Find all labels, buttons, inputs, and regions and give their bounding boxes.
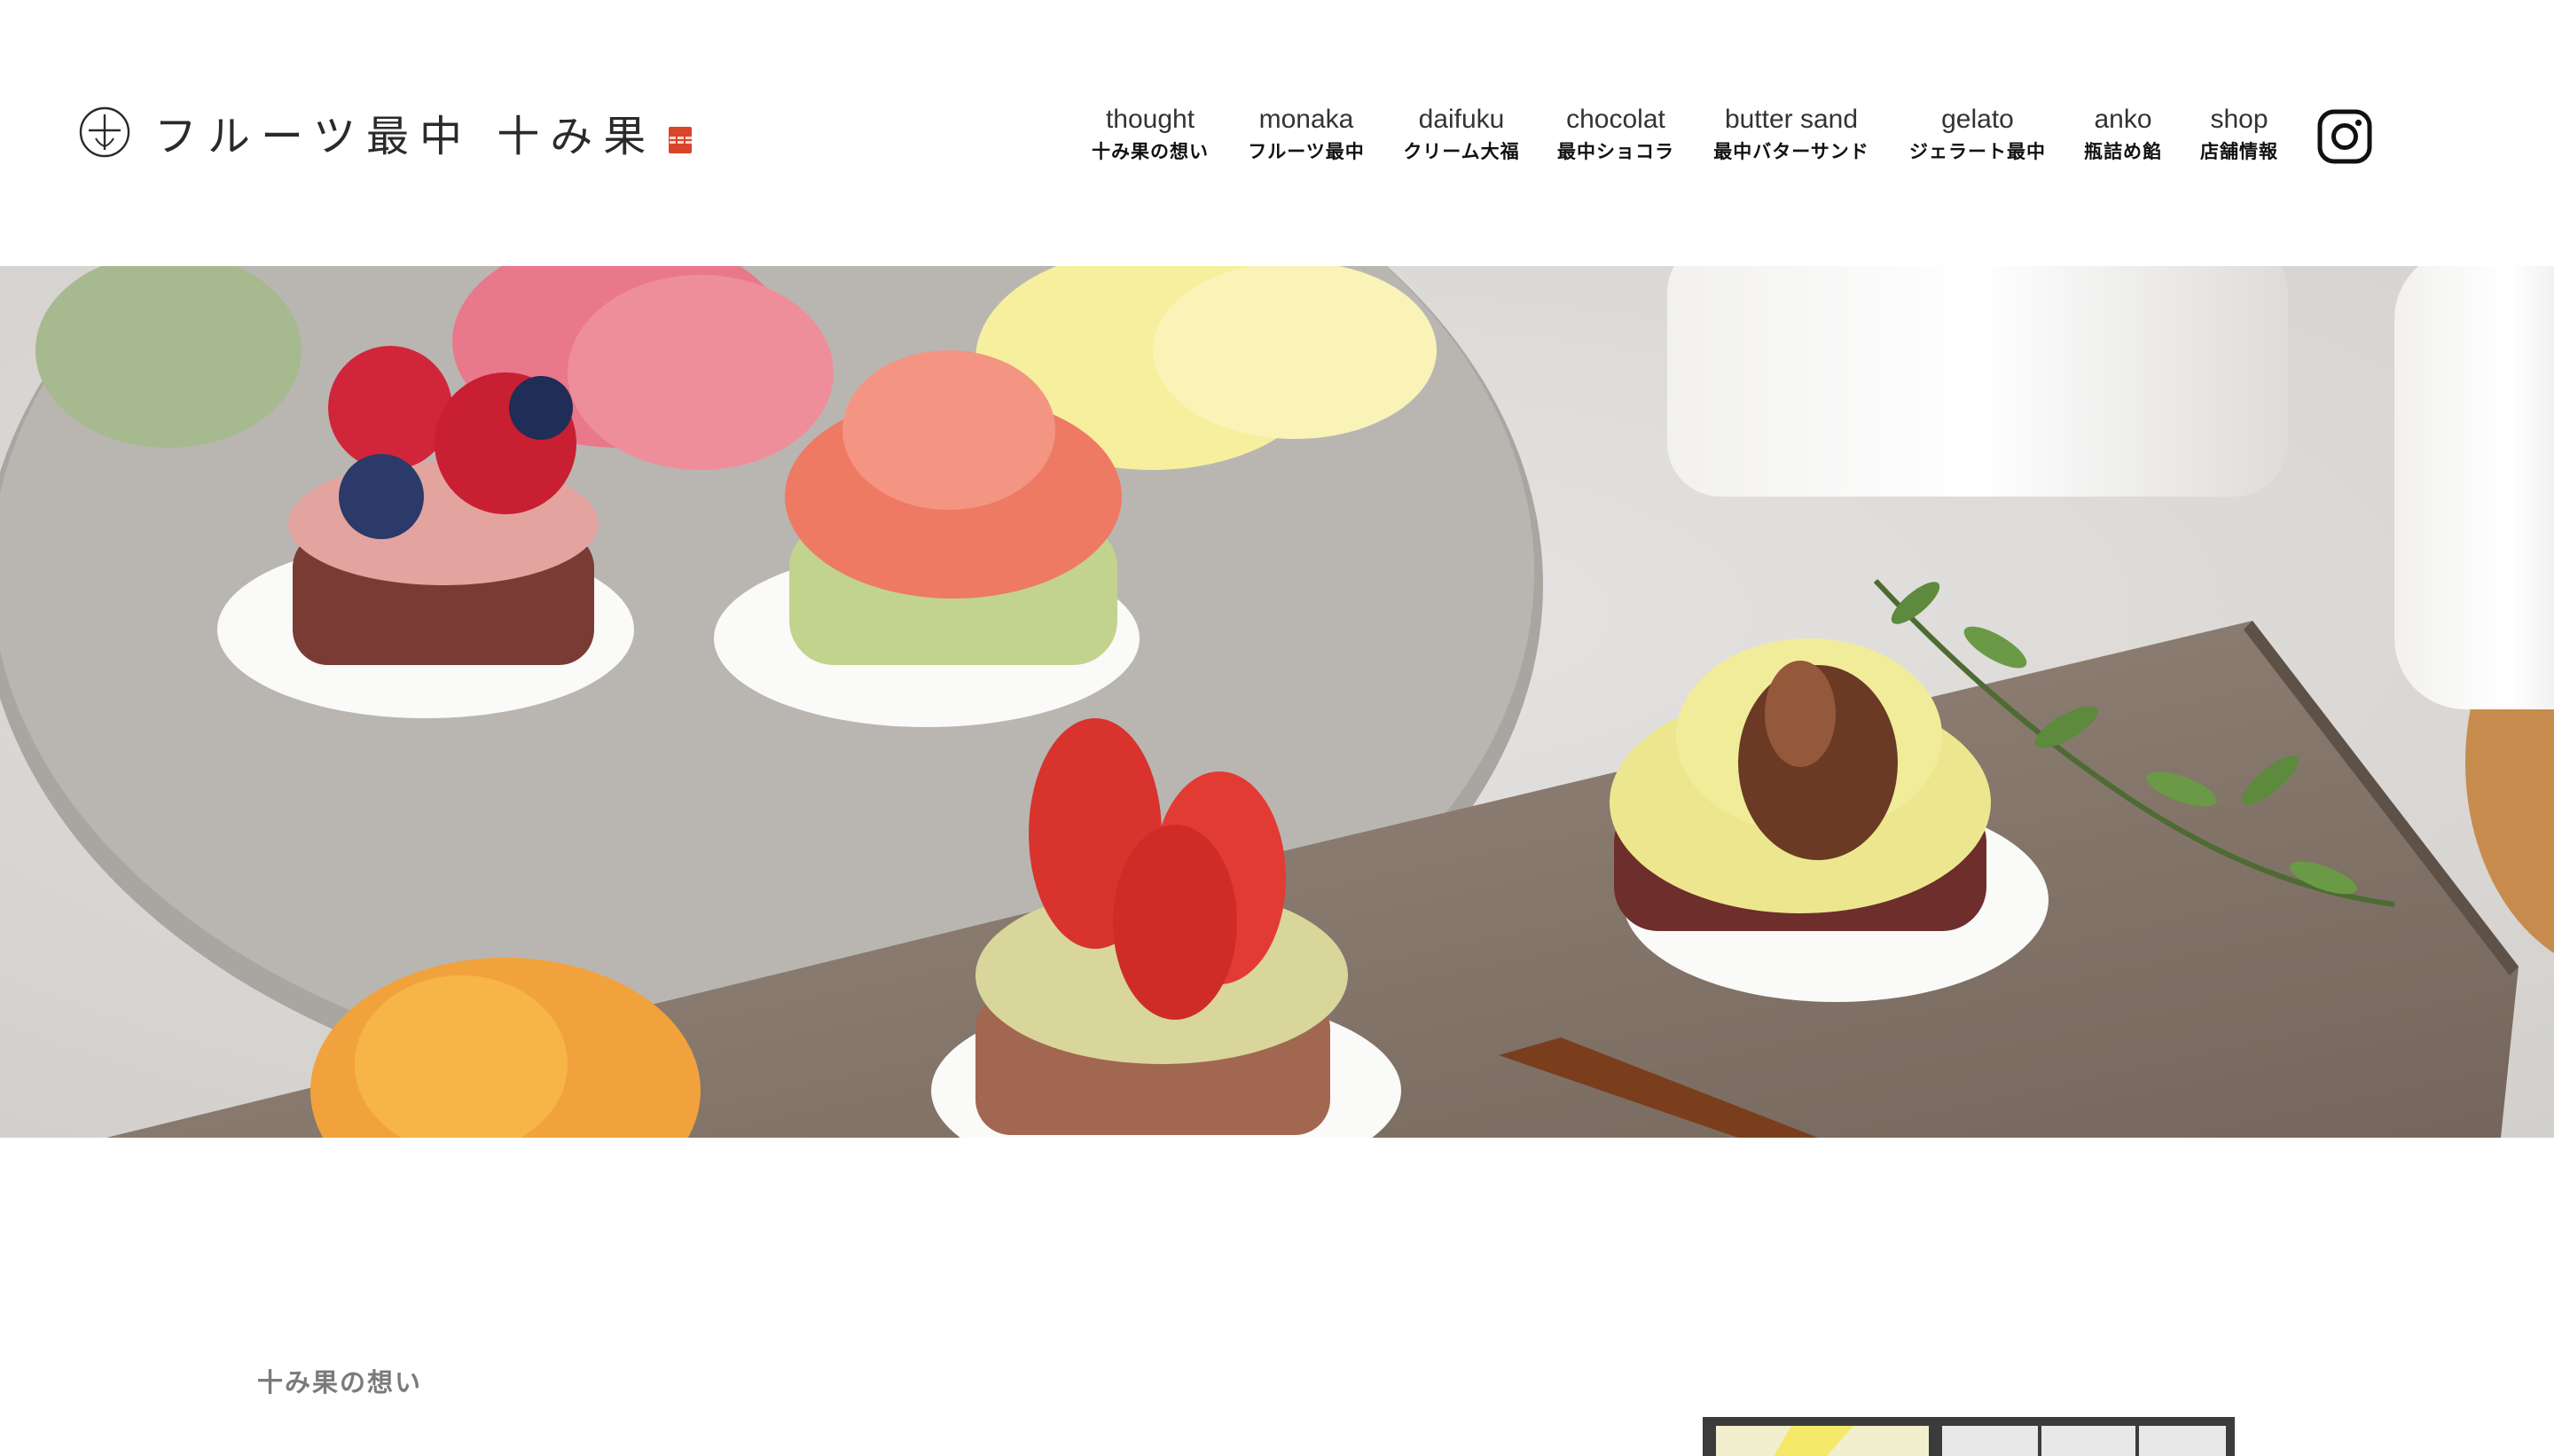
- logo-text: フルーツ最中 十み果: [154, 112, 657, 161]
- hero-image: [0, 266, 2554, 1138]
- nav-item-monaka[interactable]: monaka フルーツ最中: [1248, 105, 1365, 163]
- site-header: フルーツ最中 十み果 thought 十み果の想い monaka フルーツ最中 …: [0, 0, 2554, 266]
- nav-item-anko[interactable]: anko 瓶詰め餡: [2084, 105, 2162, 163]
- section-title: 十み果の想い: [257, 1367, 423, 1398]
- nav-label-en: anko: [2094, 105, 2152, 134]
- nav-label-ja: フルーツ最中: [1248, 141, 1365, 162]
- jumika-logo-mark-icon: [79, 106, 130, 158]
- nav-item-butter-sand[interactable]: butter sand 最中バターサンド: [1713, 105, 1869, 163]
- nav-label-ja: 十み果の想い: [1092, 141, 1209, 162]
- site-logo[interactable]: フルーツ最中 十み果: [78, 101, 693, 163]
- nav-item-gelato[interactable]: gelato ジェラート最中: [1909, 105, 2046, 163]
- nav-label-en: monaka: [1258, 105, 1354, 134]
- nav-item-thought[interactable]: thought 十み果の想い: [1092, 105, 1209, 163]
- instagram-link[interactable]: [2316, 108, 2373, 165]
- nav-label-ja: 瓶詰め餡: [2084, 141, 2162, 162]
- nav-label-ja: 最中バターサンド: [1713, 141, 1869, 162]
- nav-label-en: chocolat: [1566, 105, 1665, 134]
- section-illustration-image: [1561, 1408, 2235, 1456]
- nav-label-en: thought: [1105, 105, 1195, 134]
- nav-label-en: butter sand: [1724, 105, 1859, 134]
- nav-label-ja: 店舗情報: [2200, 141, 2278, 162]
- shop-sketch-image: [1561, 1408, 2235, 1456]
- nav-label-ja: ジェラート最中: [1909, 141, 2046, 162]
- nav-item-daifuku[interactable]: daifuku クリーム大福: [1403, 105, 1519, 163]
- hero-photo-fruit-monaka: [0, 266, 2554, 1138]
- nav-label-ja: クリーム大福: [1403, 141, 1520, 162]
- red-seal-stamp-icon: [669, 127, 693, 153]
- nav-item-shop[interactable]: shop 店舗情報: [2200, 105, 2278, 163]
- nav-label-en: daifuku: [1418, 105, 1505, 134]
- nav-label-en: shop: [2210, 105, 2268, 134]
- nav-label-en: gelato: [1941, 105, 2014, 134]
- nav-item-chocolat[interactable]: chocolat 最中ショコラ: [1557, 105, 1674, 163]
- nav-label-ja: 最中ショコラ: [1557, 141, 1674, 162]
- instagram-icon: [2317, 109, 2372, 164]
